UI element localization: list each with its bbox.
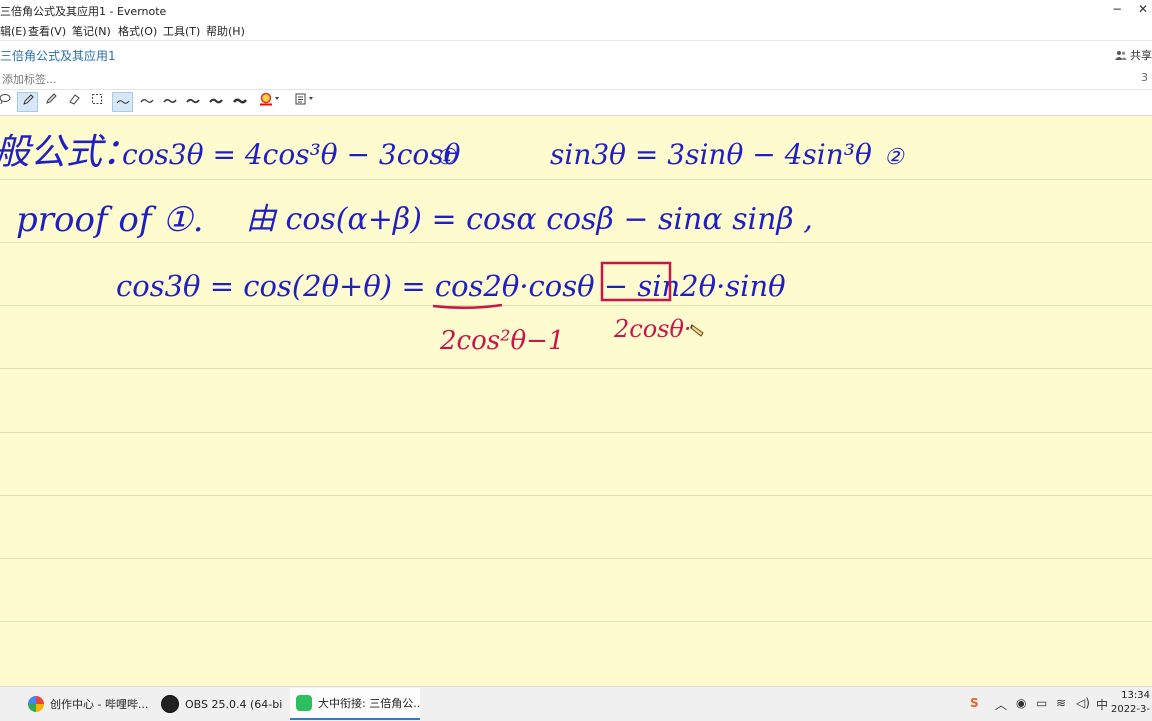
taskbar-app-label: 大中衔接: 三倍角公...	[318, 695, 420, 711]
identity-line: 由 cos(α+β) = cosα cosβ − sinα sinβ ,	[246, 202, 813, 237]
sogou-ime-icon[interactable]: S	[970, 696, 979, 710]
select-icon[interactable]	[86, 92, 107, 112]
ime-indicator[interactable]: 中	[1096, 696, 1108, 713]
taskbar: 创作中心 - 哔哩哔... OBS 25.0.4 (64-bi... 大中衔接:…	[0, 686, 1152, 721]
ink-canvas[interactable]: 般公式： cos3θ = 4cos³θ − 3cosθ ① sin3θ = 3s…	[0, 116, 1152, 686]
stroke-3-icon[interactable]	[159, 92, 180, 112]
pen-icon[interactable]	[17, 92, 38, 112]
ink-color-swatch	[260, 104, 272, 106]
chevron-up-icon[interactable]: ︿	[995, 696, 1007, 713]
clock-date: 2022-3-	[1110, 703, 1150, 717]
taskbar-app-bilibili[interactable]: 创作中心 - 哔哩哔...	[22, 688, 148, 720]
note-header: 三倍角公式及其应用1 共享 添加标签... 3	[0, 41, 1152, 90]
line1-label: 般公式：	[0, 132, 138, 173]
stroke-6-icon[interactable]	[229, 92, 250, 112]
note-title[interactable]: 三倍角公式及其应用1	[0, 47, 116, 64]
taskbar-app-label: 创作中心 - 哔哩哔...	[50, 696, 148, 712]
color-icon[interactable]	[257, 92, 283, 112]
formula-cos3-tag: ①	[436, 145, 457, 170]
title-bar: 三倍角公式及其应用1 - Evernote − ✕	[0, 0, 1152, 20]
bilibili-icon	[28, 696, 44, 712]
taskbar-app-evernote[interactable]: 大中衔接: 三倍角公...	[290, 688, 420, 720]
wifi-icon[interactable]: ≋	[1056, 696, 1066, 710]
ink-toolbar	[0, 90, 1152, 116]
menu-help[interactable]: 帮助(H)	[206, 23, 245, 39]
taskbar-app-obs[interactable]: OBS 25.0.4 (64-bi...	[155, 688, 283, 720]
qq-icon[interactable]: ◉	[1016, 696, 1026, 710]
people-icon	[1115, 50, 1127, 60]
battery-icon[interactable]: ▭	[1036, 696, 1047, 710]
stroke-2-icon[interactable]	[136, 92, 157, 112]
eraser-icon[interactable]	[63, 92, 84, 112]
annotation-cos2theta: 2cos²θ−1	[439, 326, 565, 356]
menu-note[interactable]: 笔记(N)	[72, 23, 111, 39]
stroke-4-icon[interactable]	[182, 92, 203, 112]
proof-label: proof of ①.	[16, 200, 204, 240]
note-count: 3	[1141, 71, 1148, 84]
menu-view[interactable]: 查看(V)	[28, 23, 66, 39]
menu-tools[interactable]: 工具(T)	[163, 23, 200, 39]
handwriting-layer: 般公式： cos3θ = 4cos³θ − 3cosθ ① sin3θ = 3s…	[0, 116, 1152, 686]
stroke-5-icon[interactable]	[205, 92, 226, 112]
formula-cos3: cos3θ = 4cos³θ − 3cosθ	[122, 138, 461, 171]
annotation-sin2theta: 2cosθ·	[613, 315, 692, 343]
taskbar-app-label: OBS 25.0.4 (64-bi...	[185, 698, 283, 711]
share-label: 共享	[1130, 49, 1152, 62]
menu-bar: 辑(E) 查看(V) 笔记(N) 格式(O) 工具(T) 帮助(H)	[0, 20, 1152, 41]
obs-icon	[161, 695, 179, 713]
share-button[interactable]: 共享	[1115, 47, 1152, 63]
clock-time: 13:34	[1110, 689, 1150, 703]
formula-sin3: sin3θ = 3sinθ − 4sin³θ	[550, 138, 872, 171]
clock[interactable]: 13:34 2022-3-	[1110, 689, 1150, 717]
window-title: 三倍角公式及其应用1 - Evernote	[0, 3, 166, 19]
format-icon[interactable]	[292, 92, 318, 112]
pen-cursor-icon	[691, 325, 703, 336]
formula-sin3-tag: ②	[884, 145, 905, 170]
menu-edit[interactable]: 辑(E)	[0, 23, 27, 39]
underline-mark	[433, 305, 502, 308]
highlighter-icon[interactable]	[40, 92, 61, 112]
volume-icon[interactable]: ◁)	[1076, 696, 1090, 710]
menu-format[interactable]: 格式(O)	[118, 23, 157, 39]
derivation-line: cos3θ = cos(2θ+θ) = cos2θ·cosθ − sin2θ·s…	[116, 269, 786, 303]
tags-input[interactable]: 添加标签...	[2, 71, 57, 87]
close-button[interactable]: ✕	[1130, 0, 1152, 20]
evernote-icon	[296, 695, 312, 711]
lasso-icon[interactable]	[0, 92, 15, 112]
stroke-1-icon[interactable]	[112, 92, 133, 112]
minimize-button[interactable]: −	[1104, 0, 1130, 20]
